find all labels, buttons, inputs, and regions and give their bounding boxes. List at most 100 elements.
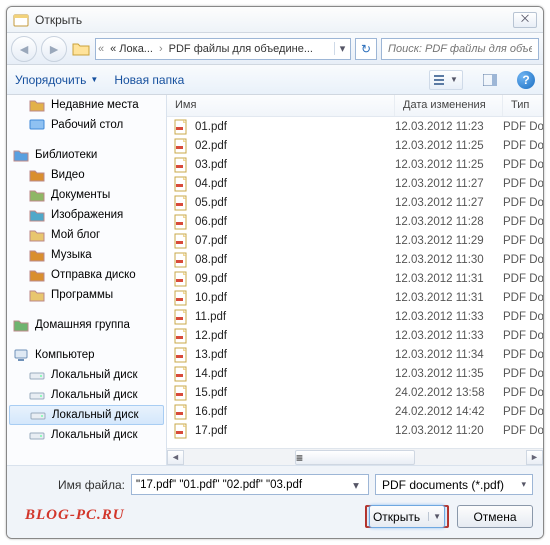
pdf-icon <box>173 138 189 154</box>
titlebar[interactable]: Открыть ⨉ <box>7 7 543 33</box>
file-row[interactable]: 02.pdf12.03.2012 11:25PDF Docu <box>167 136 543 155</box>
file-row[interactable]: 01.pdf12.03.2012 11:23PDF Docu <box>167 117 543 136</box>
sidebar-item-label: Изображения <box>51 209 123 221</box>
sidebar-item-label: Мой блог <box>51 229 100 241</box>
scroll-left-button[interactable]: ◄ <box>167 450 184 465</box>
file-row[interactable]: 03.pdf 12.03.2012 11:25PDF Docu <box>167 155 543 174</box>
pdf-icon <box>173 176 189 192</box>
file-row[interactable]: 07.pdf12.03.2012 11:29PDF Docu <box>167 231 543 250</box>
file-list: Имя Дата изменения Тип 01.pdf12.03.2012 … <box>167 95 543 465</box>
file-row[interactable]: 10.pdf12.03.2012 11:31PDF Docu <box>167 288 543 307</box>
address-bar[interactable]: « « Лока... › PDF файлы для объедине... … <box>95 38 351 60</box>
file-row[interactable]: 09.pdf12.03.2012 11:31PDF Docu <box>167 269 543 288</box>
sidebar-item[interactable]: Локальный диск <box>7 425 166 445</box>
folder-icon <box>29 287 45 303</box>
file-type-filter[interactable]: PDF documents (*.pdf)▾ <box>375 474 533 495</box>
filename-input[interactable]: "17.pdf" "01.pdf" "02.pdf" "03.pdf ▾ <box>131 474 369 495</box>
open-dialog: Открыть ⨉ ◄ ► « « Лока... › PDF файлы дл… <box>6 6 544 539</box>
drive-icon <box>30 407 46 423</box>
organize-menu[interactable]: Упорядочить▼ <box>15 73 98 87</box>
file-type: PDF Docu <box>503 254 543 266</box>
send-icon <box>29 267 45 283</box>
file-row[interactable]: 14.pdf12.03.2012 11:35PDF Docu <box>167 364 543 383</box>
file-type: PDF Docu <box>503 216 543 228</box>
sidebar-item[interactable]: Программы <box>7 285 166 305</box>
file-row[interactable]: 04.pdf12.03.2012 11:27PDF Docu <box>167 174 543 193</box>
sidebar-item[interactable]: Библиотеки <box>7 145 166 165</box>
file-type: PDF Docu <box>503 349 543 361</box>
file-type: PDF Docu <box>503 197 543 209</box>
breadcrumb-2[interactable]: PDF файлы для объедине... <box>165 43 317 55</box>
file-name: 03.pdf <box>195 159 227 171</box>
file-row[interactable]: 17.pdf12.03.2012 11:20PDF Docu <box>167 421 543 440</box>
folder-icon <box>29 227 45 243</box>
file-date: 12.03.2012 11:28 <box>395 216 503 228</box>
pdf-icon <box>173 385 189 401</box>
file-type: PDF Docu <box>503 140 543 152</box>
scroll-right-button[interactable]: ► <box>526 450 543 465</box>
views-button[interactable]: ▼ <box>429 70 463 90</box>
column-headers[interactable]: Имя Дата изменения Тип <box>167 95 543 117</box>
open-button[interactable]: Открыть▼ <box>365 505 449 528</box>
search-box[interactable] <box>381 38 539 60</box>
preview-pane-button[interactable] <box>479 70 501 90</box>
refresh-button[interactable]: ↻ <box>355 38 377 60</box>
cancel-button[interactable]: Отмена <box>457 505 533 528</box>
sidebar-item-label: Локальный диск <box>51 389 137 401</box>
music-icon <box>29 247 45 263</box>
file-row[interactable]: 16.pdf24.02.2012 14:42PDF Docu <box>167 402 543 421</box>
sidebar-item[interactable]: Изображения <box>7 205 166 225</box>
sidebar-item[interactable]: Домашняя группа <box>7 315 166 335</box>
new-folder-button[interactable]: Новая папка <box>114 73 184 87</box>
sidebar-item[interactable]: Мой блог <box>7 225 166 245</box>
file-row[interactable]: 13.pdf12.03.2012 11:34PDF Docu <box>167 345 543 364</box>
libraries-icon <box>13 147 29 163</box>
file-row[interactable]: 06.pdf12.03.2012 11:28PDF Docu <box>167 212 543 231</box>
forward-button[interactable]: ► <box>41 36 67 62</box>
pdf-icon <box>173 309 189 325</box>
sidebar-item[interactable]: Рабочий стол <box>7 115 166 135</box>
sidebar-item[interactable]: Видео <box>7 165 166 185</box>
scroll-thumb[interactable]: ≡ <box>295 450 415 465</box>
col-type[interactable]: Тип <box>503 95 543 116</box>
file-row[interactable]: 05.pdf12.03.2012 11:27PDF Docu <box>167 193 543 212</box>
sidebar-item[interactable]: Компьютер <box>7 345 166 365</box>
file-type: PDF Docu <box>503 235 543 247</box>
sidebar-item[interactable]: Отправка диско <box>7 265 166 285</box>
file-name: 13.pdf <box>195 349 227 361</box>
app-icon <box>13 12 29 28</box>
sidebar-item[interactable]: Музыка <box>7 245 166 265</box>
file-name: 15.pdf <box>195 387 227 399</box>
horizontal-scrollbar[interactable]: ◄ ≡ ► <box>167 448 543 465</box>
back-button[interactable]: ◄ <box>11 36 37 62</box>
sidebar[interactable]: Недавние местаРабочий стол БиблиотекиВиде… <box>7 95 167 465</box>
file-type: PDF Docu <box>503 387 543 399</box>
search-input[interactable] <box>386 42 534 56</box>
drive-icon <box>29 367 45 383</box>
file-type: PDF Docu <box>503 159 543 171</box>
sidebar-item[interactable]: Локальный диск <box>7 385 166 405</box>
close-button[interactable]: ⨉ <box>513 12 537 28</box>
sidebar-item[interactable]: Локальный диск <box>7 365 166 385</box>
breadcrumb-1[interactable]: « Лока... <box>106 43 157 55</box>
file-date: 12.03.2012 11:31 <box>395 292 503 304</box>
file-row[interactable]: 11.pdf12.03.2012 11:33PDF Docu <box>167 307 543 326</box>
file-date: 12.03.2012 11:25 <box>395 159 503 171</box>
col-name[interactable]: Имя <box>167 95 395 116</box>
sidebar-item[interactable]: Документы <box>7 185 166 205</box>
file-name: 16.pdf <box>195 406 227 418</box>
file-date: 12.03.2012 11:29 <box>395 235 503 247</box>
col-date[interactable]: Дата изменения <box>395 95 503 116</box>
help-button[interactable]: ? <box>517 71 535 89</box>
video-icon <box>29 167 45 183</box>
file-name: 17.pdf <box>195 425 227 437</box>
file-type: PDF Docu <box>503 273 543 285</box>
file-row[interactable]: 12.pdf12.03.2012 11:33PDF Docu <box>167 326 543 345</box>
address-dropdown[interactable]: ▾ <box>334 42 350 55</box>
sidebar-item[interactable]: Локальный диск <box>9 405 164 425</box>
sidebar-item[interactable]: Недавние места <box>7 95 166 115</box>
filename-dropdown[interactable]: ▾ <box>348 478 364 492</box>
file-row[interactable]: 08.pdf12.03.2012 11:30PDF Docu <box>167 250 543 269</box>
file-row[interactable]: 15.pdf24.02.2012 13:58PDF Docu <box>167 383 543 402</box>
sidebar-item-label: Музыка <box>51 249 92 261</box>
